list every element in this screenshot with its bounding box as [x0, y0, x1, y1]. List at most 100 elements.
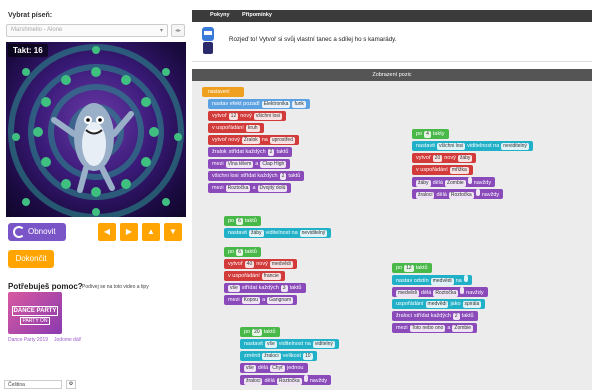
dance-block-4a[interactable]: žáby dělá Zombie navždy — [412, 177, 496, 187]
create-block-1[interactable]: vytvoř 12 nový všichni losi — [208, 111, 287, 121]
song-preview-button[interactable]: ◂▸ — [171, 24, 185, 37]
block-field[interactable]: Clap High — [260, 161, 287, 168]
after-hat-12[interactable]: po 12 taktů — [392, 263, 432, 273]
bg-effect-block[interactable]: nastav efekt pozadí Elektronika funk — [208, 99, 310, 109]
arrow-right-button[interactable]: ▶ — [120, 223, 138, 241]
block-field[interactable]: Kopou — [241, 297, 261, 304]
block-field[interactable]: uprostřed — [269, 137, 295, 144]
block-field[interactable]: 2 — [279, 173, 287, 180]
block-field[interactable]: Vlna tělem — [225, 161, 254, 168]
create-block-6b[interactable]: vytvoř 40 nový medvědi — [224, 259, 297, 269]
block-field[interactable]: všichni losi — [253, 113, 283, 120]
create-block-2[interactable]: vytvoř nový Žralok na uprostřed — [208, 135, 299, 145]
block-field[interactable]: žáby — [416, 180, 431, 187]
block-field[interactable]: vše — [264, 341, 277, 348]
after-hat-6b[interactable]: po 6 taktů — [224, 247, 261, 257]
size-block-20[interactable]: změnit žraloci velikost 10 — [240, 351, 317, 361]
dance-block-4b[interactable]: žraloci dělá Roztočka navždy — [412, 189, 504, 199]
block-field[interactable] — [463, 275, 468, 282]
block-field[interactable]: Žralok — [241, 137, 260, 144]
visibility-block-20[interactable]: nastavit vše viditelnost na viditelný — [240, 339, 339, 349]
block-field[interactable] — [460, 287, 465, 294]
block-field[interactable]: Zombie — [444, 180, 466, 187]
block-field[interactable]: Chyť — [270, 365, 285, 372]
tint-block-12[interactable]: nastav odstín medvědi na — [392, 275, 472, 285]
block-field[interactable]: 2 — [452, 313, 460, 320]
block-field[interactable]: 12 — [404, 265, 414, 272]
mix-block-1[interactable]: mezi Vlna tělem a Clap High — [208, 159, 291, 169]
song-select[interactable]: Marshmello - Alone ▾ — [6, 24, 168, 37]
block-field[interactable]: 3 — [280, 285, 288, 292]
block-field[interactable]: všichni losi — [436, 143, 466, 150]
after-hat-20[interactable]: po 20 taktů — [240, 327, 280, 337]
block-field[interactable]: 20 — [252, 329, 262, 336]
visibility-block-4[interactable]: nastavit všichni losi viditelnost na nevidi… — [412, 141, 533, 151]
block-field[interactable]: žraloci — [416, 192, 435, 199]
block-field[interactable]: Roztočka — [433, 290, 459, 297]
visibility-block-6a[interactable]: nastavit žáby viditelnost na neviditelný — [224, 228, 332, 238]
block-field[interactable]: francie — [261, 273, 281, 280]
block-field[interactable]: medvědi — [430, 278, 454, 285]
block-field[interactable]: medvědi — [269, 261, 293, 268]
block-field[interactable]: vše — [244, 365, 256, 372]
block-field[interactable]: funk — [292, 101, 306, 108]
block-field[interactable]: žáby — [248, 230, 264, 237]
block-field[interactable]: Roztočka — [276, 378, 302, 385]
block-field[interactable]: Zombie — [452, 325, 474, 332]
block-field[interactable]: spirála — [462, 301, 482, 308]
block-field[interactable] — [303, 375, 308, 382]
block-field[interactable] — [467, 177, 472, 184]
block-field[interactable]: Toto nebo ono — [409, 325, 446, 332]
block-field[interactable]: 6 — [236, 249, 243, 256]
alternate-block-2[interactable]: všichni losi střídat každých 2 taktů — [208, 171, 305, 181]
block-field[interactable] — [475, 189, 480, 196]
layout-block-12[interactable]: uspořádání medvědi jako spirála — [392, 299, 486, 309]
mix-block-2[interactable]: mezi Roztočka a Dvojitý dolů — [208, 183, 292, 193]
create-block-4[interactable]: vytvoř 20 nový žáby — [412, 153, 477, 163]
arrow-down-button[interactable]: ▼ — [164, 223, 182, 241]
setup-hat-block[interactable]: nastavení — [202, 87, 244, 97]
block-field[interactable]: Dvojitý dolů — [257, 185, 288, 192]
block-field[interactable]: neviditelný — [299, 230, 328, 237]
formation-block-4[interactable]: v uspořádání mřížka — [412, 165, 473, 175]
after-hat-4[interactable]: po 4 takty — [412, 129, 449, 139]
formation-block-6b[interactable]: v uspořádání francie — [224, 271, 285, 281]
block-field[interactable]: medvědi — [425, 301, 449, 308]
mix-block-6b[interactable]: mezi Kopou a Gangnam — [224, 295, 298, 305]
block-field[interactable]: žáby — [457, 155, 473, 162]
tips-link[interactable]: Jodome dál! — [54, 337, 81, 343]
block-field[interactable]: 40 — [244, 261, 255, 268]
block-field[interactable]: viditelný — [312, 341, 335, 348]
reset-button[interactable]: Obnovit — [8, 223, 66, 241]
after-hat-6a[interactable]: po 6 taktů — [224, 216, 261, 226]
tab-reminders[interactable]: Připomínky — [242, 12, 272, 18]
video-link[interactable]: Dance Party 2019 — [8, 337, 48, 343]
done-button[interactable]: Dokončit — [8, 250, 54, 268]
block-field[interactable]: Elektronika — [261, 101, 291, 108]
alternate-block-1[interactable]: žralok střídat každých 2 taktů — [208, 147, 293, 157]
settings-icon[interactable]: ⚙ — [66, 380, 76, 389]
tab-instructions[interactable]: Pokyny — [210, 12, 230, 18]
video-thumbnail[interactable]: DANCE PARTY PARTY ON — [8, 292, 62, 334]
block-field[interactable]: mřížka — [449, 167, 469, 174]
block-field[interactable]: 2 — [267, 149, 275, 156]
block-field[interactable]: vše — [228, 285, 240, 292]
arrow-left-button[interactable]: ◀ — [98, 223, 116, 241]
block-field[interactable]: 4 — [424, 131, 431, 138]
formation-block-1[interactable]: v uspořádání kruh — [208, 123, 264, 133]
block-field[interactable]: Gangnam — [267, 297, 294, 304]
block-field[interactable]: Roztočka — [448, 192, 474, 199]
block-field[interactable]: medvědi — [396, 290, 419, 297]
block-field[interactable]: 20 — [432, 155, 443, 162]
block-field[interactable]: neviditelný — [501, 143, 529, 150]
block-field[interactable]: 12 — [228, 113, 239, 120]
block-field[interactable]: Roztočka — [225, 185, 251, 192]
block-field[interactable]: žraloci — [262, 353, 281, 360]
language-select[interactable]: Čeština — [4, 380, 62, 389]
alternate-block-12[interactable]: žraloci střídat každých 2 taktů — [392, 311, 478, 321]
block-field[interactable]: 6 — [236, 218, 243, 225]
dance-block-20b[interactable]: žraloci dělá Roztočka navždy — [240, 375, 332, 385]
mix-block-12[interactable]: mezi Toto nebo ono a Zombie — [392, 323, 478, 333]
arrow-up-button[interactable]: ▲ — [142, 223, 160, 241]
dance-block-12[interactable]: medvědi dělá Roztočka navždy — [392, 287, 488, 297]
